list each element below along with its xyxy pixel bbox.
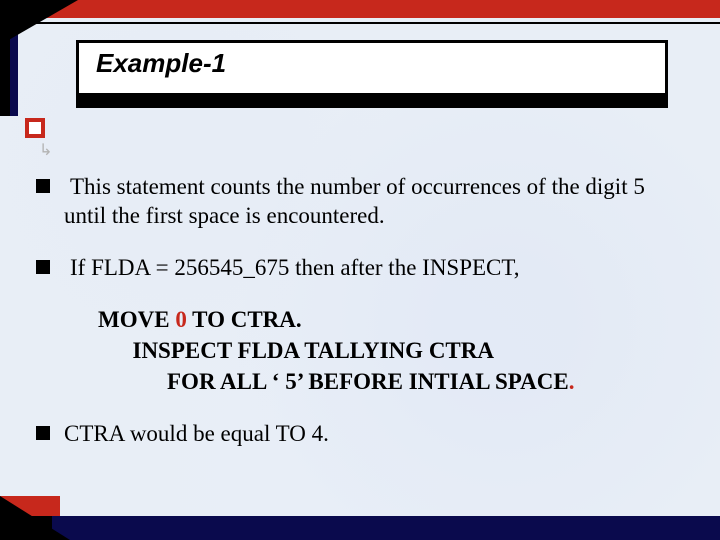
code-line: INSPECT FLDA TALLYING CTRA	[98, 335, 686, 366]
code-1a: MOVE	[98, 307, 175, 332]
code-line: MOVE 0 TO CTRA.	[98, 304, 686, 335]
bullet-1-text: This statement counts the number of occu…	[64, 174, 645, 228]
bullet-text: If FLDA = 256545_675 then after the INSP…	[64, 253, 520, 282]
return-arrow-icon: ↳	[39, 140, 52, 159]
content-area: This statement counts the number of occu…	[36, 172, 686, 471]
code-3-dot: .	[569, 369, 575, 394]
bullet-square-icon	[36, 426, 50, 440]
bullet-text: This statement counts the number of occu…	[64, 172, 686, 231]
code-1b: TO CTRA.	[187, 307, 302, 332]
bottom-left-wedge-icon	[0, 496, 70, 540]
code-1-num: 0	[175, 307, 187, 332]
bullet-2-text: If FLDA = 256545_675 then after the INSP…	[70, 255, 520, 280]
bullet-item: This statement counts the number of occu…	[36, 172, 686, 231]
top-left-wedge-icon	[0, 0, 78, 45]
bullet-square-icon	[36, 179, 50, 193]
code-3a: FOR ALL ‘ 5’ BEFORE INTIAL SPACE	[98, 369, 569, 394]
code-block: MOVE 0 TO CTRA. INSPECT FLDA TALLYING CT…	[98, 304, 686, 397]
slide-title: Example-1	[96, 48, 226, 79]
bullet-item: CTRA would be equal TO 4.	[36, 419, 686, 448]
side-marker-inner	[29, 122, 41, 134]
top-thin-line	[10, 22, 720, 24]
bullet-square-icon	[36, 260, 50, 274]
bullet-text: CTRA would be equal TO 4.	[64, 419, 329, 448]
code-line: FOR ALL ‘ 5’ BEFORE INTIAL SPACE.	[98, 366, 686, 397]
slide: Example-1 ↳ This statement counts the nu…	[0, 0, 720, 540]
top-red-bar	[0, 0, 720, 18]
bottom-navy-bar	[0, 516, 720, 540]
bullet-item: If FLDA = 256545_675 then after the INSP…	[36, 253, 686, 282]
